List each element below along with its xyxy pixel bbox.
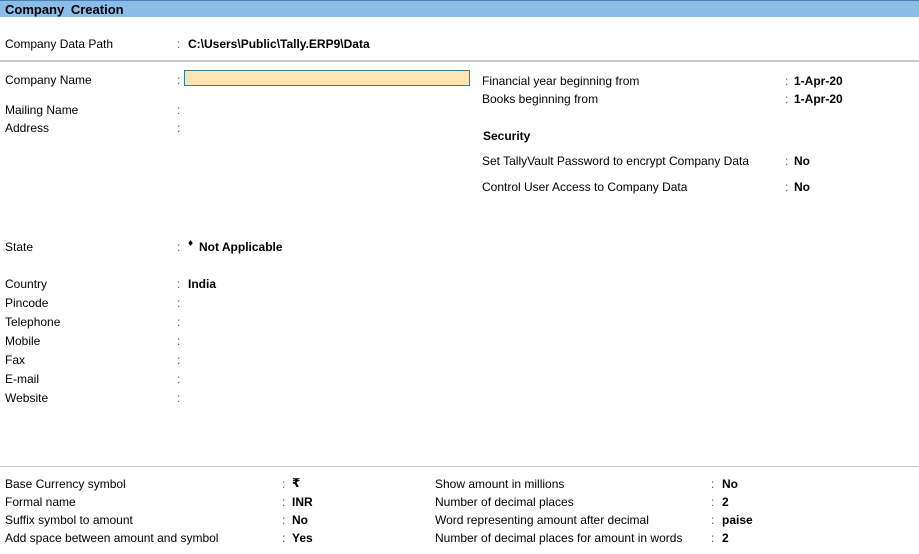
suffix-symbol-value[interactable]: No	[292, 513, 308, 527]
website-label: Website	[5, 391, 49, 405]
books-beginning-colon: :	[785, 92, 789, 106]
user-access-label: Control User Access to Company Data	[482, 180, 688, 194]
decimal-words-places-colon: :	[711, 531, 715, 545]
decimal-places-colon: :	[711, 495, 715, 509]
decimal-places-value[interactable]: 2	[722, 495, 729, 509]
decimal-words-places-label: Number of decimal places for amount in w…	[435, 531, 683, 545]
formal-name-value[interactable]: INR	[292, 495, 313, 509]
decimal-word-label: Word representing amount after decimal	[435, 513, 649, 527]
country-colon: :	[177, 277, 181, 291]
title-bar: Company Creation	[0, 0, 919, 17]
tallyvault-colon: :	[785, 154, 789, 168]
data-path-value: C:\Users\Public\Tally.ERP9\Data	[188, 37, 370, 51]
divider-bottom	[0, 466, 919, 467]
show-millions-label: Show amount in millions	[435, 477, 565, 491]
security-heading: Security	[483, 129, 531, 143]
decimal-words-places-value[interactable]: 2	[722, 531, 729, 545]
mobile-label: Mobile	[5, 334, 41, 348]
add-space-colon: :	[282, 531, 286, 545]
books-beginning-label: Books beginning from	[482, 92, 599, 106]
mailing-name-label: Mailing Name	[5, 103, 79, 117]
add-space-value[interactable]: Yes	[292, 531, 313, 545]
add-space-label: Add space between amount and symbol	[5, 531, 219, 545]
decimal-word-colon: :	[711, 513, 715, 527]
divider-top	[0, 60, 919, 62]
telephone-label: Telephone	[5, 315, 61, 329]
suffix-symbol-label: Suffix symbol to amount	[5, 513, 133, 527]
show-millions-value[interactable]: No	[722, 477, 738, 491]
address-colon: :	[177, 121, 181, 135]
mailing-name-colon: :	[177, 103, 181, 117]
fax-colon: :	[177, 353, 181, 367]
company-name-label: Company Name	[5, 73, 92, 87]
books-beginning-value[interactable]: 1-Apr-20	[794, 92, 843, 106]
telephone-colon: :	[177, 315, 181, 329]
website-colon: :	[177, 391, 181, 405]
user-access-colon: :	[785, 180, 789, 194]
show-millions-colon: :	[711, 477, 715, 491]
formal-name-colon: :	[282, 495, 286, 509]
data-path-label: Company Data Path	[5, 37, 114, 51]
financial-year-label: Financial year beginning from	[482, 74, 640, 88]
state-value[interactable]: Not Applicable	[199, 240, 283, 254]
tallyvault-label: Set TallyVault Password to encrypt Compa…	[482, 154, 750, 168]
pincode-label: Pincode	[5, 296, 49, 310]
data-path-colon: :	[177, 37, 181, 51]
state-colon: :	[177, 240, 181, 254]
state-label: State	[5, 240, 34, 254]
base-currency-colon: :	[282, 477, 286, 491]
base-currency-value[interactable]: ₹	[292, 476, 300, 490]
decimal-word-value[interactable]: paise	[722, 513, 753, 527]
window-title: Company Creation	[5, 2, 124, 17]
company-name-colon: :	[177, 73, 181, 87]
decimal-places-label: Number of decimal places	[435, 495, 574, 509]
email-label: E-mail	[5, 372, 40, 386]
financial-year-colon: :	[785, 74, 789, 88]
pincode-colon: :	[177, 296, 181, 310]
financial-year-value[interactable]: 1-Apr-20	[794, 74, 843, 88]
country-value[interactable]: India	[188, 277, 216, 291]
formal-name-label: Formal name	[5, 495, 76, 509]
user-access-value[interactable]: No	[794, 180, 810, 194]
fax-label: Fax	[5, 353, 26, 367]
address-label: Address	[5, 121, 50, 135]
mobile-colon: :	[177, 334, 181, 348]
base-currency-label: Base Currency symbol	[5, 477, 126, 491]
suffix-symbol-colon: :	[282, 513, 286, 527]
email-colon: :	[177, 372, 181, 386]
diamond-icon: ♦	[188, 238, 194, 249]
company-name-input[interactable]	[184, 70, 470, 86]
country-label: Country	[5, 277, 48, 291]
tallyvault-value[interactable]: No	[794, 154, 810, 168]
